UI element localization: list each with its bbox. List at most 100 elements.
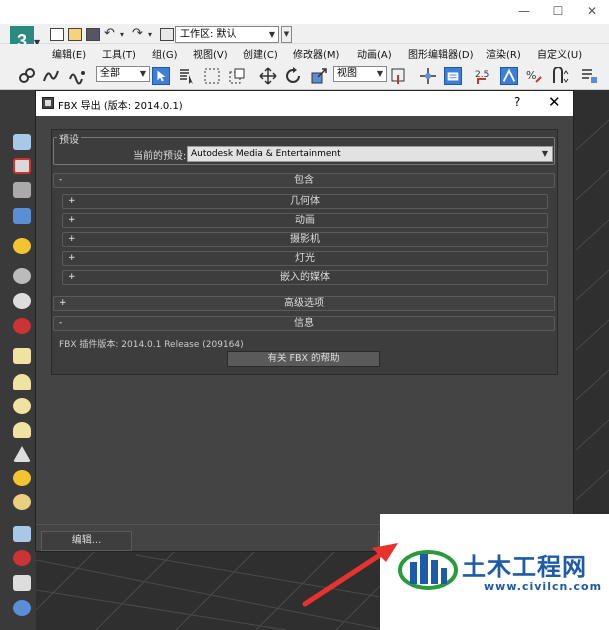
rollout-animation-label: 动画 [295,215,315,226]
teapot-shape-icon[interactable] [13,422,31,438]
close-window-button[interactable]: ✕ [580,3,604,19]
particles-icon[interactable] [13,550,31,566]
snaps-toggle-icon[interactable]: 2.5 [474,67,492,85]
rollout-lights[interactable]: + 灯光 [62,251,548,266]
teapot-icon[interactable] [13,134,31,150]
workspace-menu-button[interactable]: ▼ [281,26,292,43]
use-pivot-point-icon[interactable] [389,67,407,85]
cone-icon[interactable] [13,446,31,462]
chevron-down-icon: ▼ [376,69,383,78]
edit-button[interactable]: 编辑... [41,531,132,551]
rollout-embed-media-label: 嵌入的媒体 [280,272,330,283]
rotate-icon[interactable] [284,67,302,85]
rollout-advanced-label: 高级选项 [284,298,324,309]
fbx-export-dialog: FBX 导出 (版本: 2014.0.1) ? ✕ 预设 当前的预设: Auto… [35,90,574,552]
select-object-icon[interactable] [152,67,170,85]
panel-icon[interactable] [13,208,31,224]
menu-animation[interactable]: 动画(A) [357,46,392,61]
grid-icon[interactable] [13,526,31,542]
geosphere-icon[interactable] [13,494,31,510]
select-manipulate-icon[interactable] [419,67,437,85]
rollout-animation[interactable]: + 动画 [62,213,548,228]
camera-icon[interactable] [13,268,31,284]
dialog-close-button[interactable]: ✕ [548,93,561,111]
menu-group[interactable]: 组(G) [152,46,178,61]
selection-filter-value: 全部 [100,68,120,79]
workspace-select[interactable]: 工作区: 默认 ▼ [175,26,279,43]
percent-snap-icon[interactable]: % [525,67,543,85]
menu-tools[interactable]: 工具(T) [102,46,136,61]
effects-icon[interactable] [13,318,31,334]
help-icon[interactable]: ? [514,95,520,109]
scale-icon[interactable] [310,67,328,85]
dome-icon[interactable] [13,374,31,390]
project-folder-icon[interactable] [160,28,174,41]
spinner-snap-icon[interactable] [551,67,569,85]
menu-create[interactable]: 创建(C) [243,46,278,61]
watermark-title: 土木工程网 [462,553,587,581]
chevron-down-icon: ▼ [139,69,146,78]
light-bulb-icon[interactable] [13,238,31,254]
sphere-icon[interactable] [13,293,31,309]
fbx-help-button[interactable]: 有关 FBX 的帮助 [227,351,380,367]
selection-filter-select[interactable]: 全部 ▼ [96,66,150,82]
menu-views[interactable]: 视图(V) [193,46,228,61]
helper-icon[interactable] [13,575,31,591]
rollout-include[interactable]: - 包含 [53,173,555,188]
window-titlebar: — ☐ ✕ [0,0,609,24]
presets-legend: 预设 [57,131,81,146]
torus-icon[interactable] [13,398,31,414]
window-crossing-icon[interactable] [228,67,246,85]
menu-modifiers[interactable]: 修改器(M) [293,46,339,61]
plane-icon[interactable] [13,348,31,364]
select-and-link-icon[interactable] [18,67,36,85]
document-icon[interactable] [13,182,31,198]
dialog-titlebar: FBX 导出 (版本: 2014.0.1) ? ✕ [36,91,573,116]
dialog-app-icon [42,97,54,109]
watermark: 土木工程网 www.civilcn.com [380,514,609,630]
dialog-title: FBX 导出 (版本: 2014.0.1) [58,101,183,112]
keyboard-shortcut-override-icon[interactable] [444,67,462,85]
open-folder-icon[interactable] [68,28,82,41]
workspace-select-value: 工作区: 默认 [180,29,237,40]
menu-graph-editors[interactable]: 图形编辑器(D) [408,46,474,61]
menu-rendering[interactable]: 渲染(R) [486,46,521,61]
menubar: 编辑(E) 工具(T) 组(G) 视图(V) 创建(C) 修改器(M) 动画(A… [0,44,609,62]
menu-customize[interactable]: 自定义(U) [537,46,582,61]
new-file-icon[interactable] [50,28,64,41]
reference-coordinate-value: 视图 [337,68,357,79]
watermark-url: www.civilcn.com [484,580,603,593]
rollout-geometry-label: 几何体 [290,196,320,207]
unlink-icon[interactable] [42,67,60,85]
save-icon[interactable] [86,28,100,41]
maximize-button[interactable]: ☐ [546,3,570,19]
bind-space-warp-icon[interactable] [68,67,86,85]
rectangular-selection-icon[interactable] [203,67,221,85]
redo-dropdown-icon[interactable]: ▾ [148,30,152,39]
rollout-lights-label: 灯光 [295,253,315,264]
edit-named-selection-icon[interactable] [580,67,598,85]
menu-edit[interactable]: 编辑(E) [52,46,86,61]
minimize-button[interactable]: — [512,3,536,19]
rollout-embed-media[interactable]: + 嵌入的媒体 [62,270,548,285]
rollout-geometry[interactable]: + 几何体 [62,194,548,209]
undo-dropdown-icon[interactable]: ▾ [120,30,124,39]
angle-snap-icon[interactable] [500,67,518,85]
rollout-information[interactable]: - 信息 [53,316,555,331]
chevron-down-icon: ▼ [268,30,275,39]
watermark-logo-icon [398,550,458,590]
sun-icon[interactable] [13,470,31,486]
preset-select[interactable]: Autodesk Media & Entertainment ▼ [187,146,553,162]
redo-icon[interactable]: ↷ [132,26,143,41]
rollout-include-label: 包含 [294,175,314,186]
rollout-advanced[interactable]: + 高级选项 [53,296,555,311]
select-by-name-icon[interactable] [178,67,196,85]
systems-icon[interactable] [13,600,31,616]
move-icon[interactable] [259,67,277,85]
rollout-information-label: 信息 [294,318,314,329]
undo-icon[interactable]: ↶ [104,26,115,41]
reference-coordinate-select[interactable]: 视图 ▼ [333,66,387,82]
rollout-cameras[interactable]: + 摄影机 [62,232,548,247]
current-preset-label: 当前的预设: [133,151,187,162]
render-icon[interactable] [13,158,31,174]
